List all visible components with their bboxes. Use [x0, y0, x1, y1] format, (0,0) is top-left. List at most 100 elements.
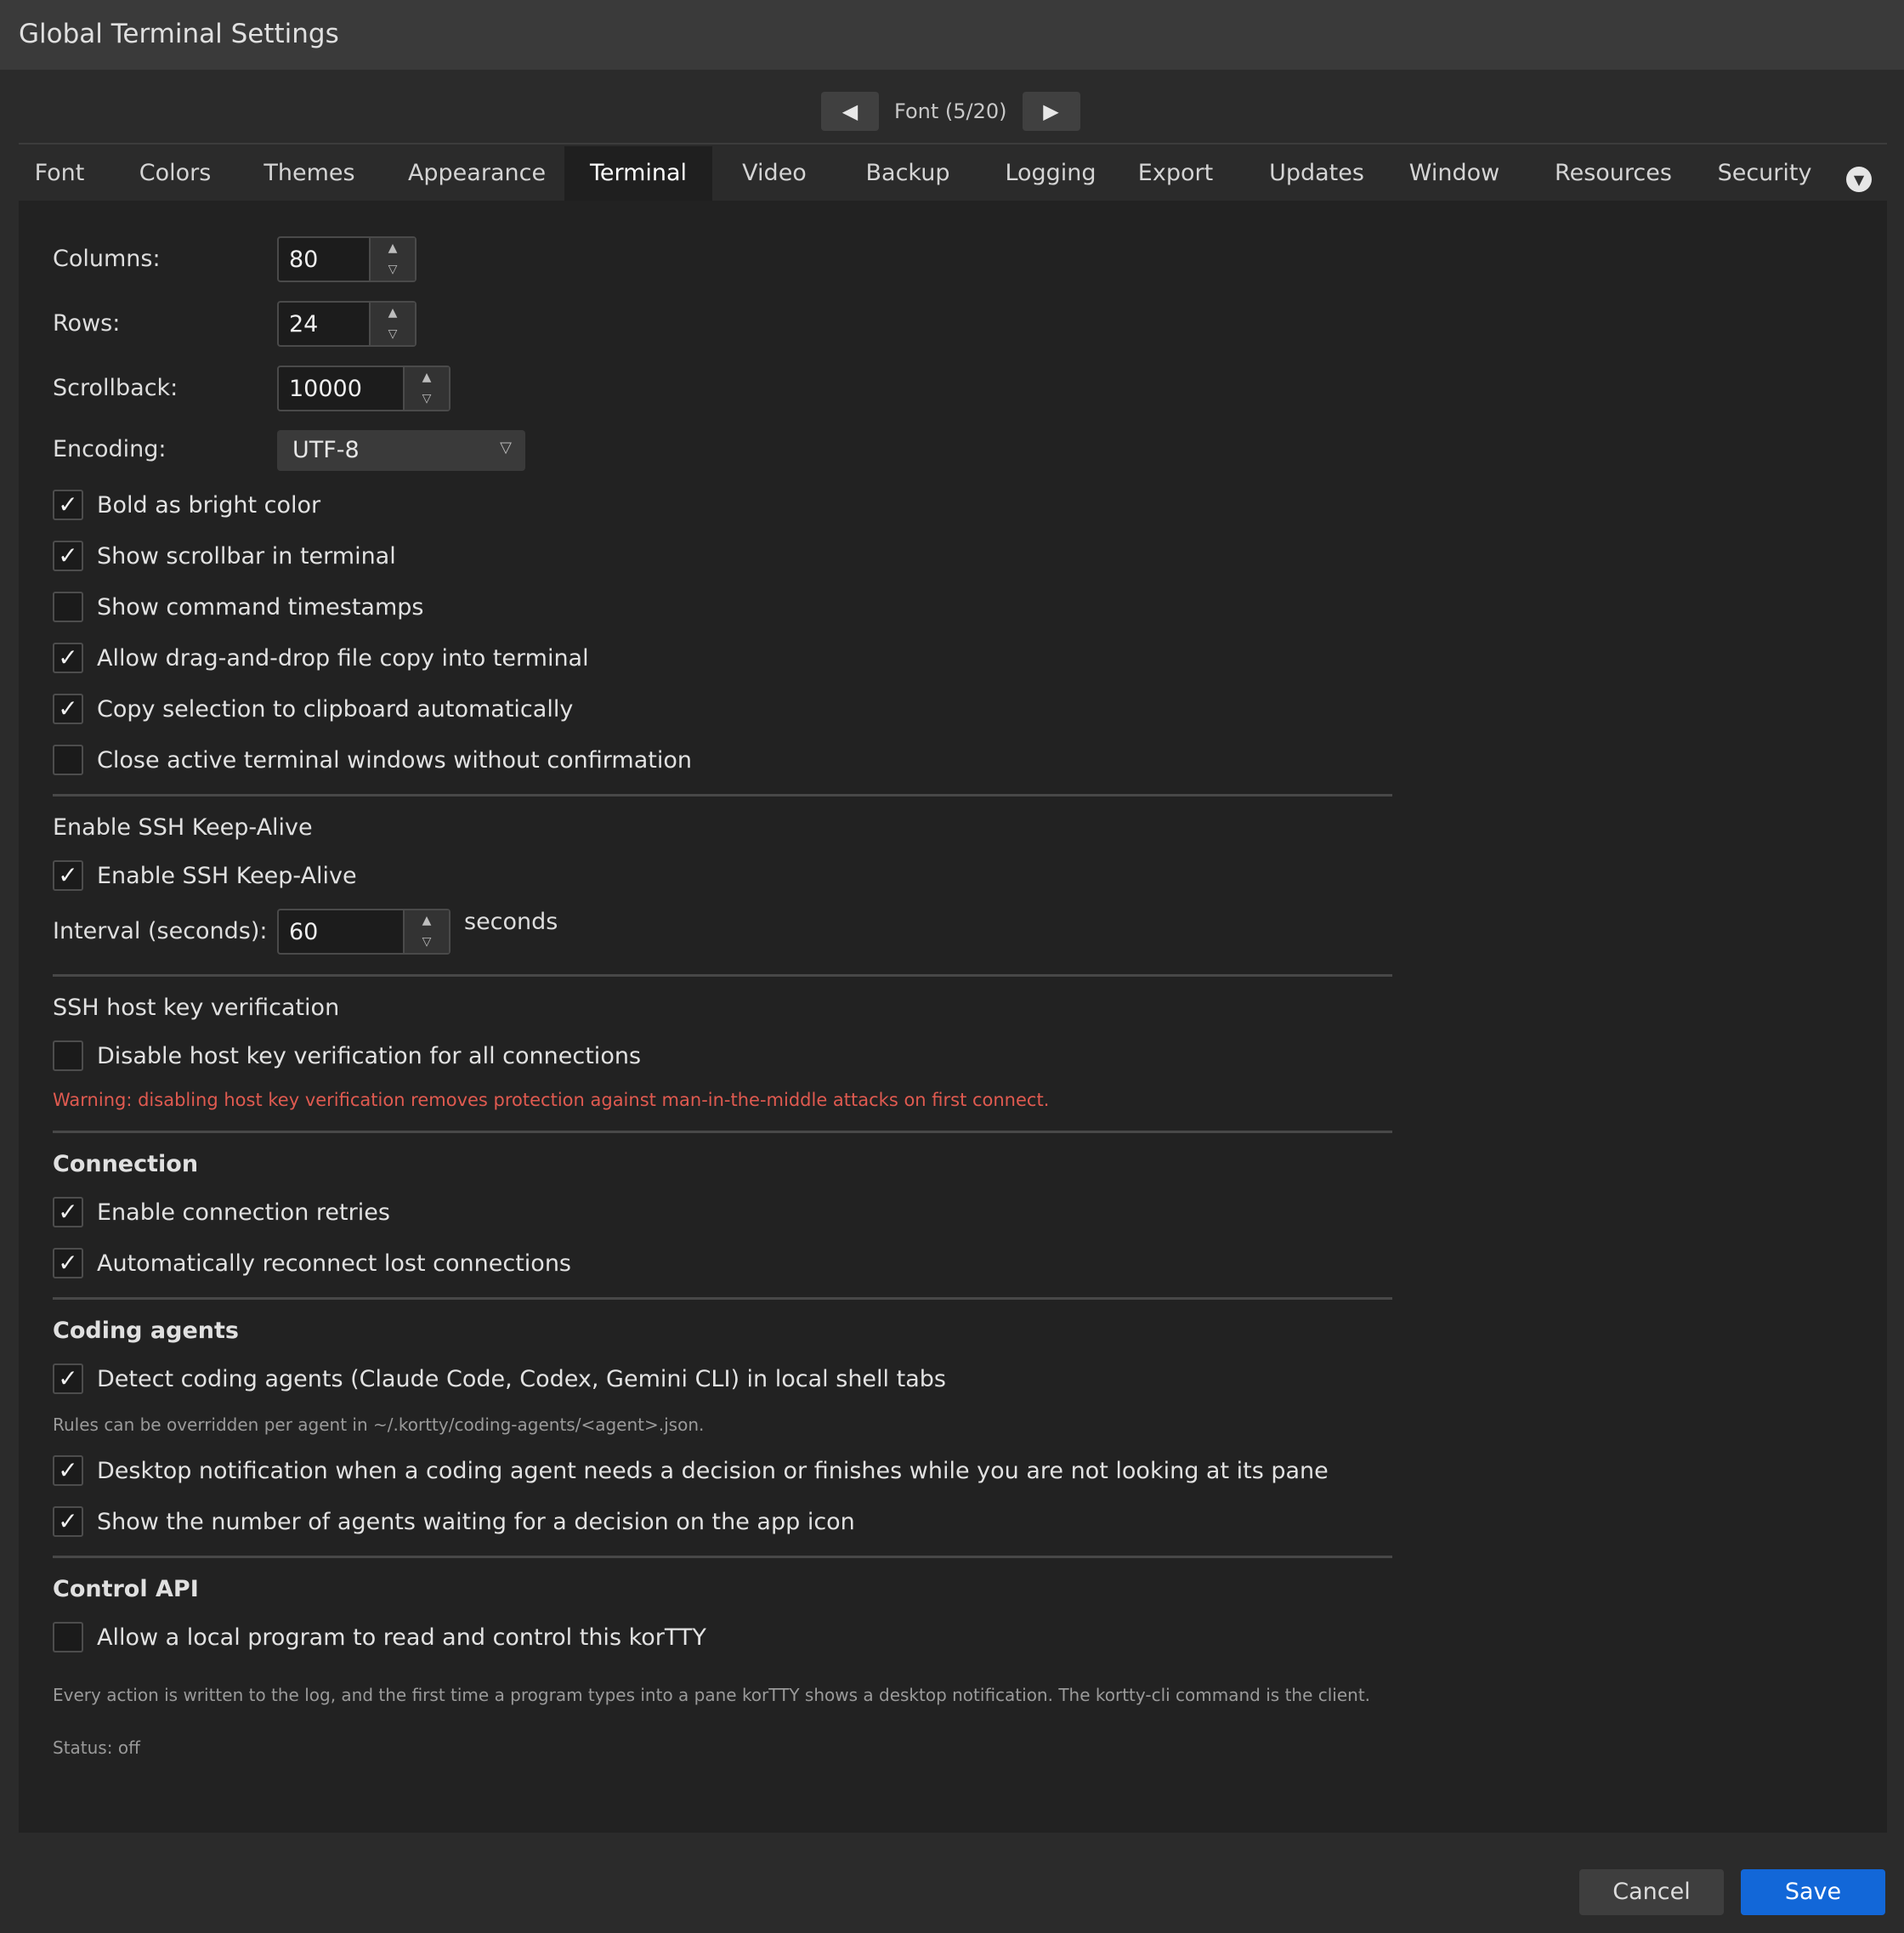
tab-video[interactable]: Video [729, 146, 819, 202]
auto-reconnect-label: Automatically reconnect lost connections [97, 1250, 571, 1277]
agent-badge-option[interactable]: ✓ Show the number of agents waiting for … [53, 1505, 855, 1539]
columns-spinner[interactable]: 80 ▲ ▽ [277, 236, 416, 282]
copy-selection-label: Copy selection to clipboard automaticall… [97, 695, 574, 723]
connection-retries-option[interactable]: ✓ Enable connection retries [53, 1195, 390, 1229]
close-without-confirm-checkbox[interactable] [53, 745, 83, 775]
scrollback-spinner[interactable]: 10000 ▲ ▽ [277, 366, 450, 411]
command-timestamps-option[interactable]: Show command timestamps [53, 590, 424, 624]
hostkey-warning: Warning: disabling host key verification… [53, 1090, 1050, 1110]
agent-badge-checkbox[interactable]: ✓ [53, 1506, 83, 1537]
disable-hostkey-label: Disable host key verification for all co… [97, 1042, 642, 1069]
prev-page-button[interactable]: ◀ [821, 92, 879, 131]
control-api-status: Status: off [53, 1737, 140, 1758]
tab-bar: Font Colors Themes Appearance Terminal V… [19, 143, 1887, 202]
more-tabs-button[interactable]: ▼ [1846, 167, 1872, 192]
interval-spinner[interactable]: 60 ▲ ▽ [277, 909, 450, 955]
agent-badge-label: Show the number of agents waiting for a … [97, 1508, 855, 1535]
tab-resources[interactable]: Resources [1528, 146, 1698, 202]
spin-up-icon[interactable]: ▲ [405, 910, 449, 932]
check-icon: ✓ [58, 541, 78, 570]
tab-appearance[interactable]: Appearance [401, 146, 552, 202]
agent-notification-option[interactable]: ✓ Desktop notification when a coding age… [53, 1454, 1329, 1488]
divider [53, 974, 1392, 977]
interval-value: 60 [289, 919, 319, 945]
connection-retries-checkbox[interactable]: ✓ [53, 1197, 83, 1227]
copy-selection-checkbox[interactable]: ✓ [53, 694, 83, 724]
check-icon: ✓ [58, 1364, 78, 1392]
control-api-checkbox[interactable] [53, 1622, 83, 1652]
arrow-right-icon: ▶ [1043, 99, 1059, 123]
settings-pager: ◀ Font (5/20) ▶ [821, 91, 1080, 132]
tab-backup[interactable]: Backup [850, 146, 966, 202]
divider [53, 1297, 1392, 1300]
check-icon: ✓ [58, 1456, 78, 1484]
tab-security[interactable]: Security [1702, 146, 1828, 202]
hostkey-heading: SSH host key verification [53, 995, 340, 1021]
bold-bright-checkbox[interactable]: ✓ [53, 490, 83, 520]
drag-drop-copy-checkbox[interactable]: ✓ [53, 643, 83, 673]
cancel-button[interactable]: Cancel [1579, 1869, 1724, 1915]
tab-colors[interactable]: Colors [134, 146, 216, 202]
tab-updates[interactable]: Updates [1248, 146, 1386, 202]
spin-down-icon[interactable]: ▽ [371, 324, 415, 345]
show-scrollbar-option[interactable]: ✓ Show scrollbar in terminal [53, 539, 396, 573]
command-timestamps-checkbox[interactable] [53, 592, 83, 622]
encoding-value: UTF-8 [292, 437, 360, 463]
tab-window[interactable]: Window [1391, 146, 1518, 202]
disable-hostkey-option[interactable]: Disable host key verification for all co… [53, 1039, 641, 1073]
detect-agents-checkbox[interactable]: ✓ [53, 1363, 83, 1394]
save-button[interactable]: Save [1741, 1869, 1885, 1915]
rows-value: 24 [289, 311, 319, 337]
arrow-left-icon: ◀ [842, 99, 858, 123]
spin-down-icon[interactable]: ▽ [405, 932, 449, 953]
show-scrollbar-label: Show scrollbar in terminal [97, 542, 396, 570]
bold-bright-option[interactable]: ✓ Bold as bright color [53, 488, 320, 522]
agent-notification-checkbox[interactable]: ✓ [53, 1455, 83, 1486]
disable-hostkey-checkbox[interactable] [53, 1040, 83, 1071]
copy-selection-option[interactable]: ✓ Copy selection to clipboard automatica… [53, 692, 573, 726]
close-without-confirm-option[interactable]: Close active terminal windows without co… [53, 743, 692, 777]
scrollback-spinner-buttons: ▲ ▽ [403, 367, 449, 410]
tab-logging[interactable]: Logging [984, 146, 1117, 202]
interval-label: Interval (seconds): [53, 918, 268, 944]
tab-terminal[interactable]: Terminal [564, 146, 712, 202]
agents-rules-note: Rules can be overridden per agent in ~/.… [53, 1414, 705, 1435]
columns-spinner-buttons: ▲ ▽ [369, 238, 415, 281]
control-api-option[interactable]: Allow a local program to read and contro… [53, 1620, 706, 1654]
next-page-button[interactable]: ▶ [1022, 92, 1080, 131]
tab-themes[interactable]: Themes [255, 146, 364, 202]
keepalive-label: Enable SSH Keep-Alive [97, 862, 357, 889]
agents-heading: Coding agents [53, 1318, 239, 1344]
encoding-select[interactable]: UTF-8 ▽ [277, 430, 525, 471]
spin-down-icon[interactable]: ▽ [371, 259, 415, 281]
auto-reconnect-checkbox[interactable]: ✓ [53, 1248, 83, 1278]
show-scrollbar-checkbox[interactable]: ✓ [53, 541, 83, 571]
auto-reconnect-option[interactable]: ✓ Automatically reconnect lost connectio… [53, 1246, 571, 1280]
interval-unit: seconds [464, 909, 558, 935]
rows-label: Rows: [53, 310, 121, 337]
connection-retries-label: Enable connection retries [97, 1199, 390, 1226]
spin-up-icon[interactable]: ▲ [371, 303, 415, 324]
drag-drop-copy-option[interactable]: ✓ Allow drag-and-drop file copy into ter… [53, 641, 589, 675]
detect-agents-label: Detect coding agents (Claude Code, Codex… [97, 1365, 946, 1392]
title-bar: Global Terminal Settings [0, 0, 1904, 70]
rows-spinner[interactable]: 24 ▲ ▽ [277, 301, 416, 347]
bold-bright-label: Bold as bright color [97, 491, 321, 519]
control-api-note: Every action is written to the log, and … [53, 1685, 1371, 1705]
spin-up-icon[interactable]: ▲ [405, 367, 449, 388]
scrollback-label: Scrollback: [53, 375, 178, 401]
agent-notification-label: Desktop notification when a coding agent… [97, 1457, 1329, 1484]
control-api-label: Allow a local program to read and contro… [97, 1624, 706, 1651]
tab-export[interactable]: Export [1120, 146, 1231, 202]
spin-up-icon[interactable]: ▲ [371, 238, 415, 259]
detect-agents-option[interactable]: ✓ Detect coding agents (Claude Code, Cod… [53, 1362, 946, 1396]
connection-heading: Connection [53, 1151, 199, 1177]
check-icon: ✓ [58, 861, 78, 889]
check-icon: ✓ [58, 490, 78, 519]
keepalive-checkbox[interactable]: ✓ [53, 860, 83, 891]
columns-label: Columns: [53, 246, 161, 272]
tab-font[interactable]: Font [19, 146, 100, 202]
keepalive-option[interactable]: ✓ Enable SSH Keep-Alive [53, 859, 357, 893]
spin-down-icon[interactable]: ▽ [405, 388, 449, 410]
chevron-down-icon: ▽ [500, 439, 512, 456]
